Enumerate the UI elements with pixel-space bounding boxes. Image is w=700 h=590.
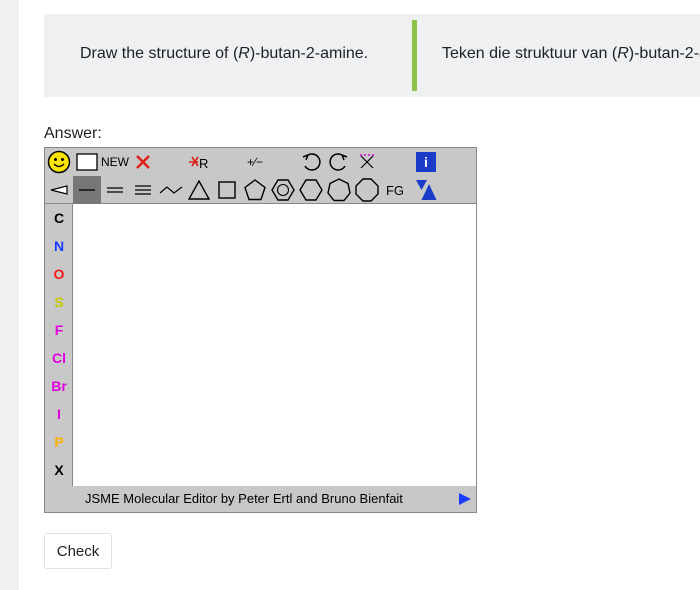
empty-slot-4 — [381, 148, 409, 176]
question-afrikaans: Teken die struktuur van (R)-butan-2-amin… — [442, 45, 700, 62]
jsme-toolbar-bonds: FG — [45, 176, 476, 204]
atom-c-button[interactable]: C — [45, 204, 73, 232]
jsme-status-bar: JSME Molecular Editor by Peter Ertl and … — [45, 486, 476, 512]
delete-r-icon[interactable]: R — [185, 148, 213, 176]
benzene-icon[interactable] — [269, 176, 297, 204]
question-english: Draw the structure of (R)-butan-2-amine. — [80, 45, 369, 62]
atom-x-button[interactable]: X — [45, 456, 73, 484]
atom-toolbar: C N O S F Cl Br I P X — [45, 204, 73, 486]
ring8-icon[interactable] — [353, 176, 381, 204]
jsme-credits: JSME Molecular Editor by Peter Ertl and … — [85, 491, 403, 506]
svg-text:i: i — [424, 154, 428, 170]
atom-cl-button[interactable]: Cl — [45, 344, 73, 372]
info-icon[interactable]: i — [412, 148, 440, 176]
delete-icon[interactable] — [129, 148, 157, 176]
left-gutter — [0, 0, 19, 590]
redo-icon[interactable] — [325, 148, 353, 176]
atom-n-button[interactable]: N — [45, 232, 73, 260]
clear-icon[interactable] — [353, 148, 381, 176]
empty-slot-2 — [213, 148, 241, 176]
atom-i-button[interactable]: I — [45, 400, 73, 428]
atom-br-button[interactable]: Br — [45, 372, 73, 400]
triple-bond-icon[interactable] — [129, 176, 157, 204]
ring4-icon[interactable] — [213, 176, 241, 204]
play-arrow-icon[interactable] — [458, 492, 472, 511]
undo-icon[interactable] — [297, 148, 325, 176]
atom-f-button[interactable]: F — [45, 316, 73, 344]
ring5-icon[interactable] — [241, 176, 269, 204]
svg-text:R: R — [199, 156, 208, 171]
double-bond-icon[interactable] — [101, 176, 129, 204]
ring3-icon[interactable] — [185, 176, 213, 204]
charge-icon[interactable]: +∕− — [241, 148, 269, 176]
jsme-logo-icon[interactable] — [412, 176, 440, 204]
check-button[interactable]: Check — [44, 533, 112, 569]
atom-o-button[interactable]: O — [45, 260, 73, 288]
functional-group-button[interactable]: FG — [381, 176, 409, 204]
empty-slot-3 — [269, 148, 297, 176]
smiley-icon[interactable] — [45, 148, 73, 176]
ring6-icon[interactable] — [297, 176, 325, 204]
question-box: Draw the structure of (R)-butan-2-amine.… — [44, 14, 700, 97]
atom-p-button[interactable]: P — [45, 428, 73, 456]
jsme-toolbar-top: NEW R +∕− i — [45, 148, 476, 176]
stereo-wedge-icon[interactable] — [45, 176, 73, 204]
select-rect-icon[interactable] — [73, 148, 101, 176]
atom-s-button[interactable]: S — [45, 288, 73, 316]
ring7-icon[interactable] — [325, 176, 353, 204]
jsme-editor: NEW R +∕− i FG C N O S F Cl Br I P X JSM… — [44, 147, 477, 513]
single-bond-icon[interactable] — [73, 176, 101, 204]
answer-label: Answer: — [44, 125, 102, 142]
chain-icon[interactable] — [157, 176, 185, 204]
language-divider — [412, 20, 417, 91]
new-button[interactable]: NEW — [101, 148, 129, 176]
drawing-canvas[interactable] — [74, 205, 476, 486]
empty-slot-1 — [157, 148, 185, 176]
